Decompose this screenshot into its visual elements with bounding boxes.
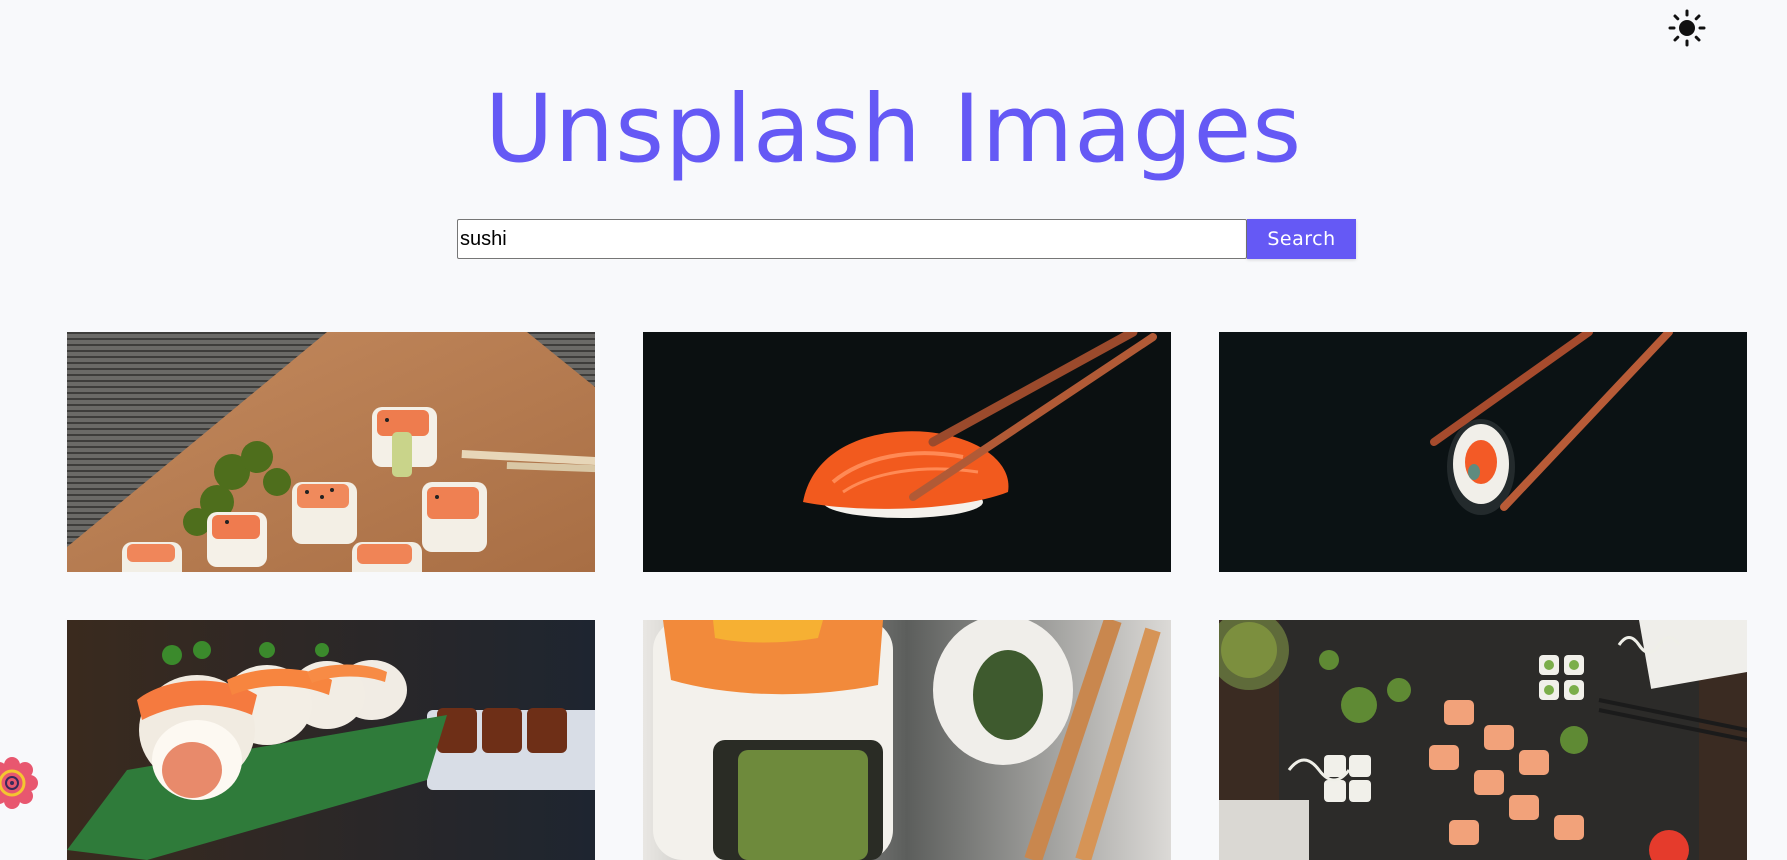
gallery-image[interactable] (1219, 332, 1747, 572)
search-input[interactable] (457, 219, 1247, 259)
floating-badge[interactable] (0, 753, 38, 813)
theme-toggle-button[interactable] (1667, 8, 1707, 48)
image-gallery (67, 332, 1747, 860)
sun-icon (1668, 9, 1706, 47)
gallery-image[interactable] (67, 332, 595, 572)
search-form: Search (457, 219, 1356, 259)
search-button[interactable]: Search (1247, 219, 1356, 259)
page-title: Unsplash Images (484, 75, 1303, 184)
flower-badge-icon (0, 757, 38, 809)
gallery-image[interactable] (643, 332, 1171, 572)
gallery-image[interactable] (67, 620, 595, 860)
gallery-image[interactable] (643, 620, 1171, 860)
gallery-image[interactable] (1219, 620, 1747, 860)
